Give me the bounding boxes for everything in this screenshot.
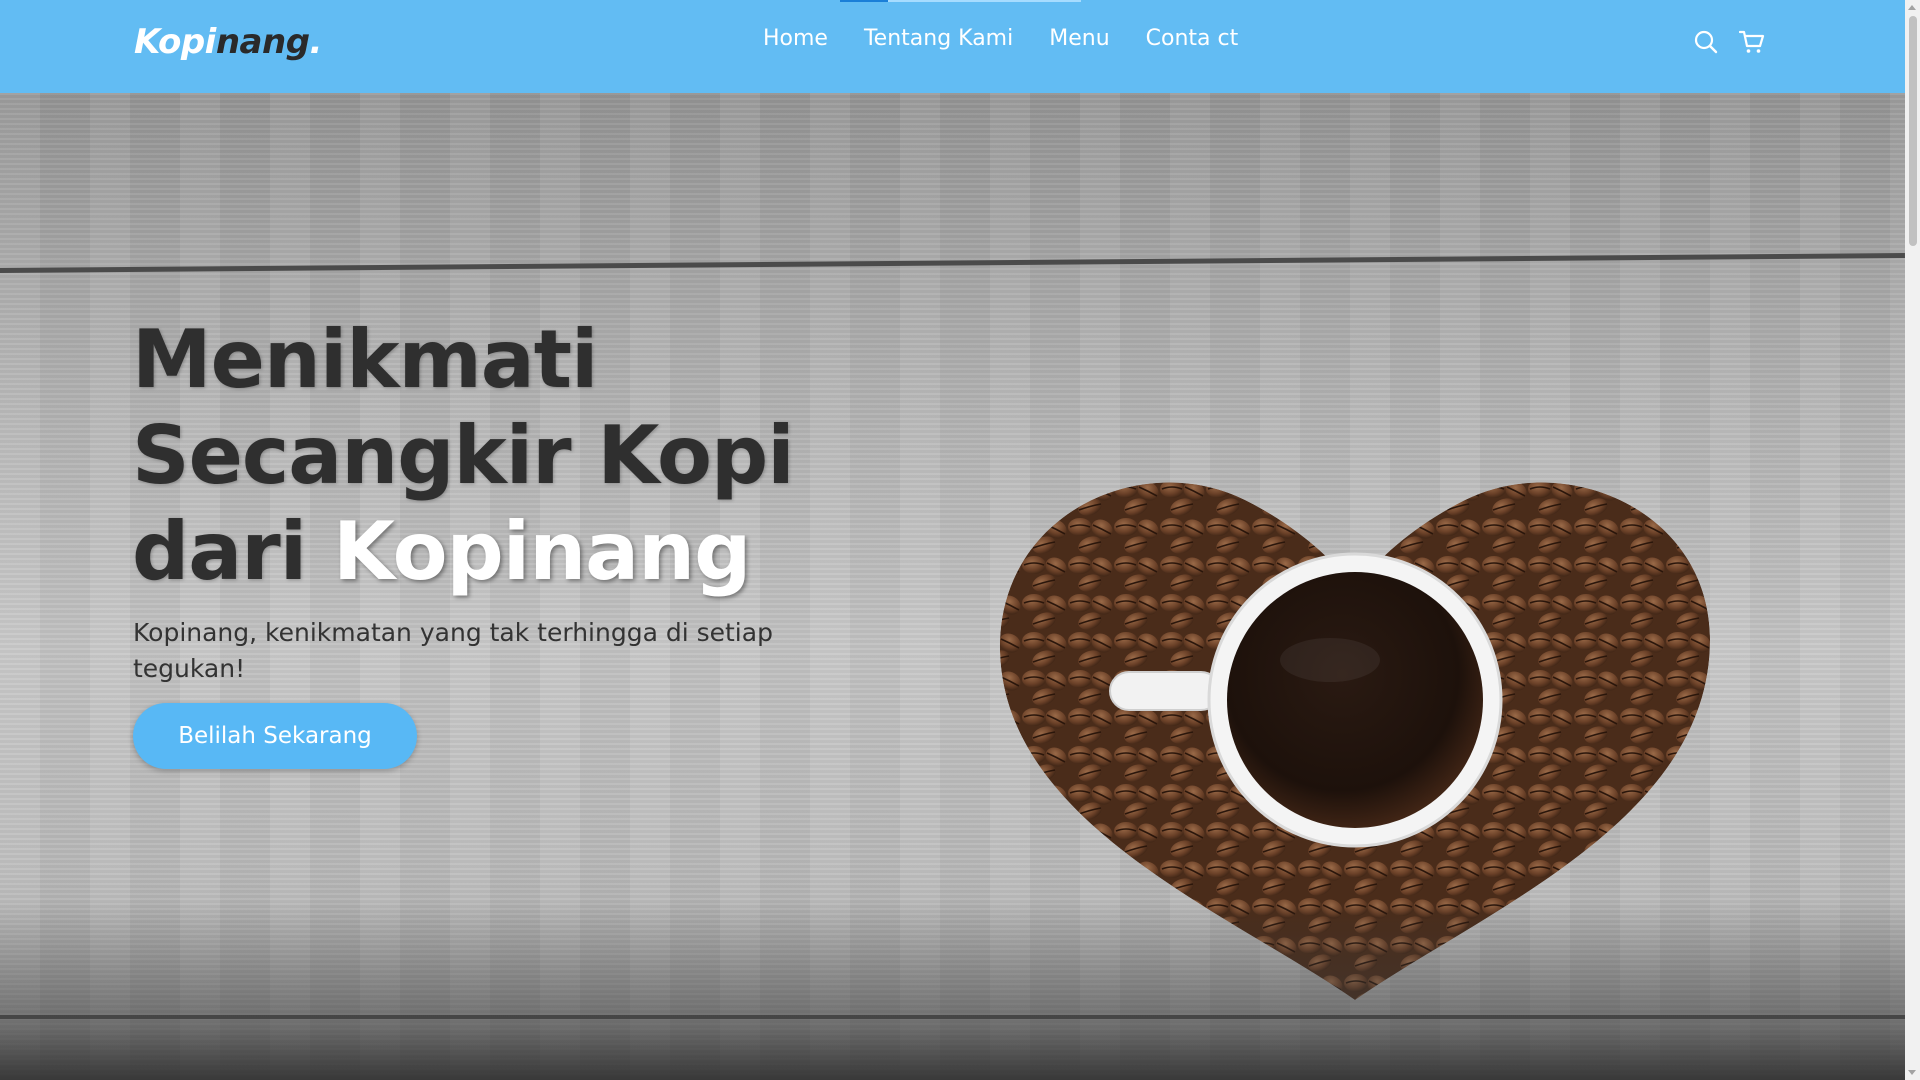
- logo-dot: .: [309, 22, 323, 62]
- nav-hover-indicator: [888, 0, 1081, 2]
- hero-title-highlight: Kopinang: [332, 505, 751, 598]
- logo-part1: Kopi: [134, 22, 216, 62]
- search-icon[interactable]: [1693, 29, 1719, 55]
- nav-link-home[interactable]: Home: [763, 26, 828, 51]
- hero-bottom-shadow: [0, 900, 1905, 1080]
- scrollbar-thumb[interactable]: [1909, 16, 1917, 246]
- hero-subtitle: Kopinang, kenikmatan yang tak terhingga …: [133, 618, 773, 683]
- shopping-cart-icon[interactable]: [1738, 29, 1765, 55]
- hero-title-line3: dari: [132, 505, 333, 598]
- logo-part2: nang: [215, 22, 310, 62]
- scroll-up-arrow-icon[interactable]: [1908, 5, 1916, 10]
- page-scrollbar[interactable]: [1905, 0, 1920, 1080]
- nav-link-menu[interactable]: Menu: [1049, 26, 1109, 51]
- nav-link-tentang-kami[interactable]: Tentang Kami: [864, 26, 1013, 51]
- nav-menu: Home Tentang Kami Menu Conta ct: [763, 26, 1274, 51]
- logo[interactable]: Kopinang.: [134, 22, 322, 62]
- hero-title: Menikmati Secangkir Kopi dari Kopinang: [132, 312, 892, 600]
- scroll-down-arrow-icon[interactable]: [1908, 1070, 1916, 1075]
- nav-link-contact[interactable]: Conta ct: [1146, 26, 1239, 51]
- page-viewport: Kopinang. Home Tentang Kami Menu Conta c…: [0, 0, 1905, 1080]
- hero-title-line2: Secangkir Kopi: [132, 409, 795, 502]
- buy-now-button[interactable]: Belilah Sekarang: [133, 703, 417, 769]
- navbar: Kopinang. Home Tentang Kami Menu Conta c…: [0, 0, 1905, 93]
- nav-active-indicator: [840, 0, 888, 2]
- nav-icons: [1693, 29, 1765, 55]
- hero-title-line1: Menikmati: [132, 313, 598, 406]
